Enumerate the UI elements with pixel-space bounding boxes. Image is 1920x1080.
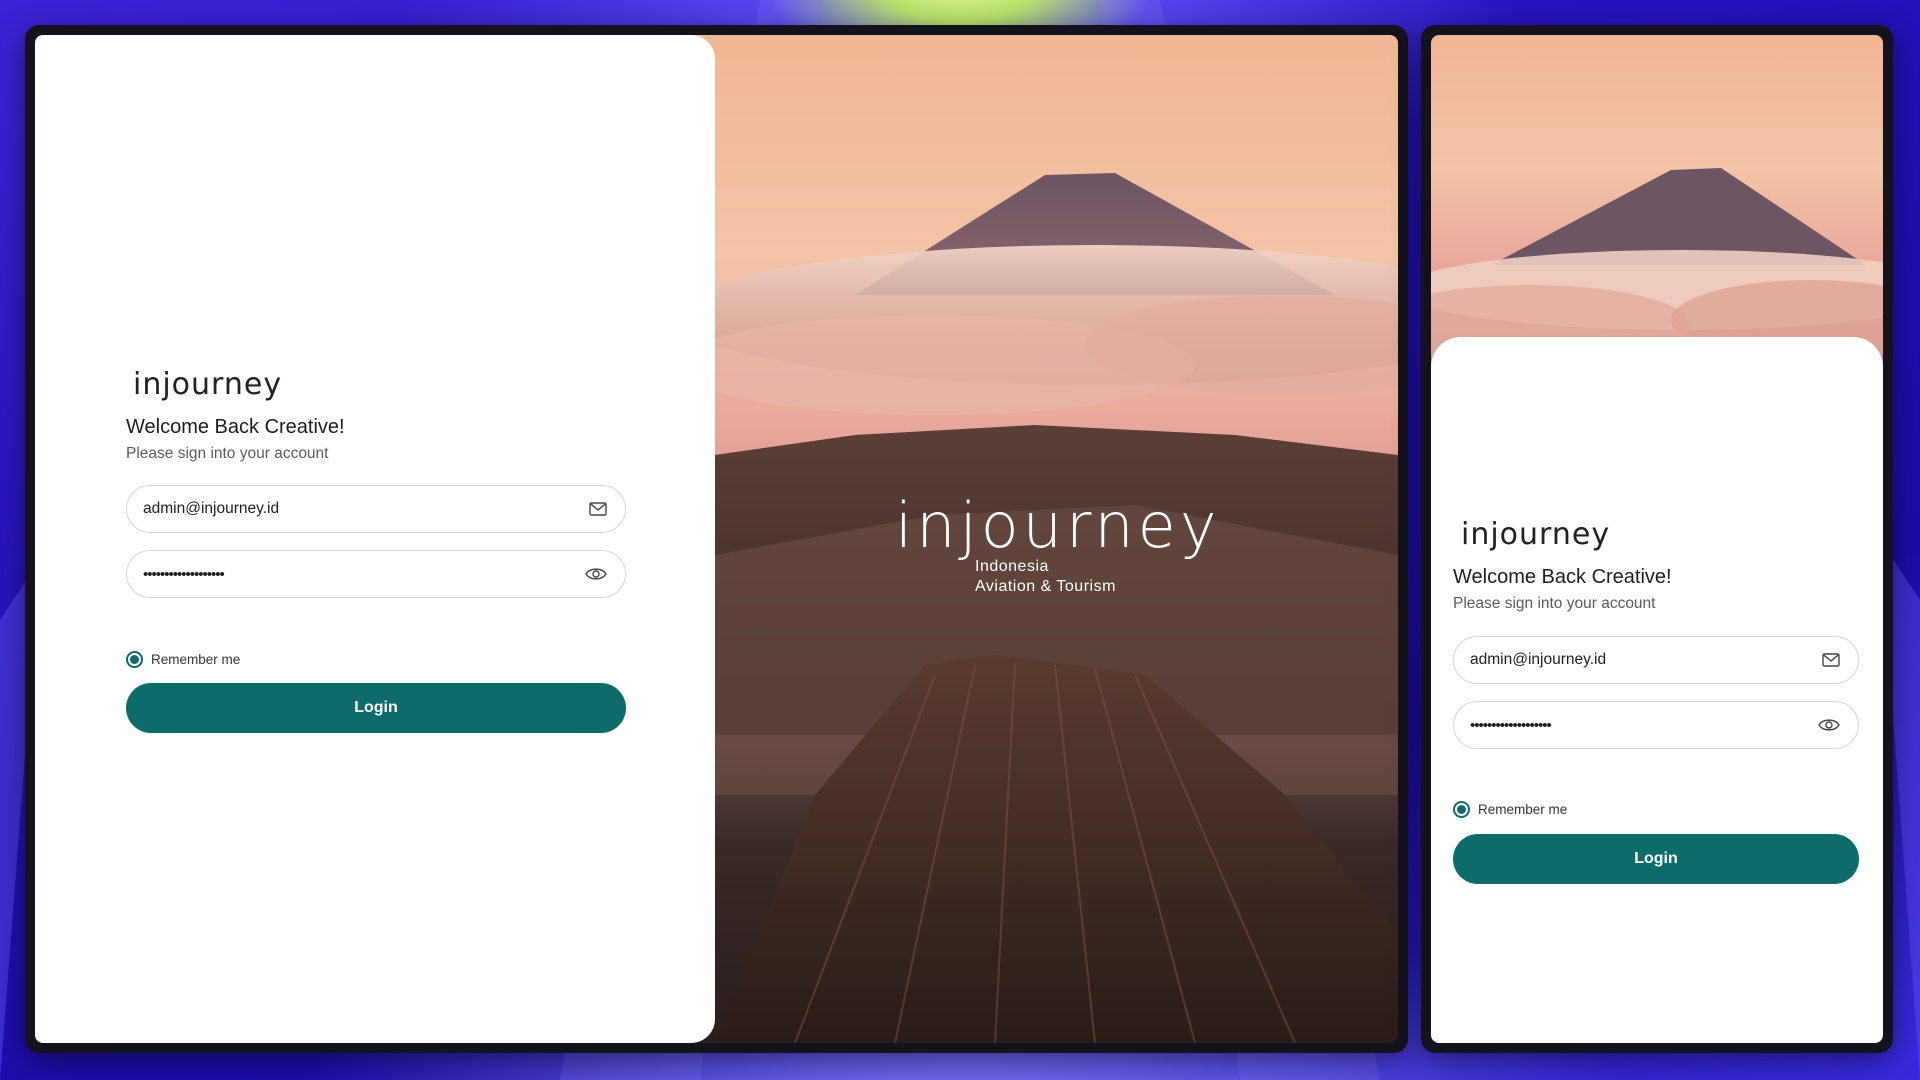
eye-icon[interactable] (1818, 718, 1840, 732)
password-mask: ••••••••••••••••••• (143, 565, 225, 583)
envelope-icon (1822, 653, 1840, 667)
logo-wordmark: injourney (133, 367, 283, 402)
hero-tagline-line2: Aviation & Tourism (975, 578, 1116, 595)
desktop-login-panel: injourney Welcome Back Creative! Please … (35, 35, 715, 1043)
email-field[interactable]: admin@injourney.id (1453, 636, 1859, 684)
mobile-mountain-illustration (1431, 168, 1883, 365)
welcome-heading: Welcome Back Creative! (126, 416, 345, 438)
desktop-preview-frame: injourney Indonesia Aviation & Tourism i… (25, 25, 1408, 1053)
password-field[interactable]: ••••••••••••••••••• (1453, 701, 1859, 749)
hero-logo-wordmark: injourney (895, 489, 1221, 562)
remember-me-option[interactable]: Remember me (1453, 801, 1567, 818)
mobile-login-panel: injourney Welcome Back Creative! Please … (1431, 337, 1883, 1043)
login-button[interactable]: Login (1453, 834, 1859, 884)
envelope-icon (589, 502, 607, 516)
desktop-screen: injourney Indonesia Aviation & Tourism i… (35, 35, 1398, 1043)
login-button[interactable]: Login (126, 683, 626, 733)
email-value: admin@injourney.id (1470, 651, 1607, 668)
email-value: admin@injourney.id (143, 500, 280, 517)
remember-me-radio[interactable] (1453, 801, 1470, 818)
eye-icon[interactable] (585, 567, 607, 581)
remember-me-label: Remember me (1478, 802, 1568, 817)
password-mask: ••••••••••••••••••• (1470, 716, 1552, 734)
email-field[interactable]: admin@injourney.id (126, 485, 626, 533)
mobile-preview-frame: injourney Welcome Back Creative! Please … (1421, 25, 1893, 1053)
brand-logo: injourney (1461, 520, 1610, 550)
logo-wordmark: injourney (1461, 517, 1611, 552)
mobile-hero-image (1431, 35, 1883, 375)
welcome-subtitle: Please sign into your account (1453, 595, 1656, 612)
brand-logo: injourney (133, 370, 282, 400)
welcome-subtitle: Please sign into your account (126, 445, 329, 462)
password-field[interactable]: ••••••••••••••••••• (126, 550, 626, 598)
remember-me-option[interactable]: Remember me (126, 651, 240, 668)
mobile-screen: injourney Welcome Back Creative! Please … (1431, 35, 1883, 1043)
welcome-heading: Welcome Back Creative! (1453, 566, 1672, 588)
remember-me-radio[interactable] (126, 651, 143, 668)
remember-me-label: Remember me (151, 652, 241, 667)
hero-brand-lockup: injourney Indonesia Aviation & Tourism (895, 495, 1221, 597)
